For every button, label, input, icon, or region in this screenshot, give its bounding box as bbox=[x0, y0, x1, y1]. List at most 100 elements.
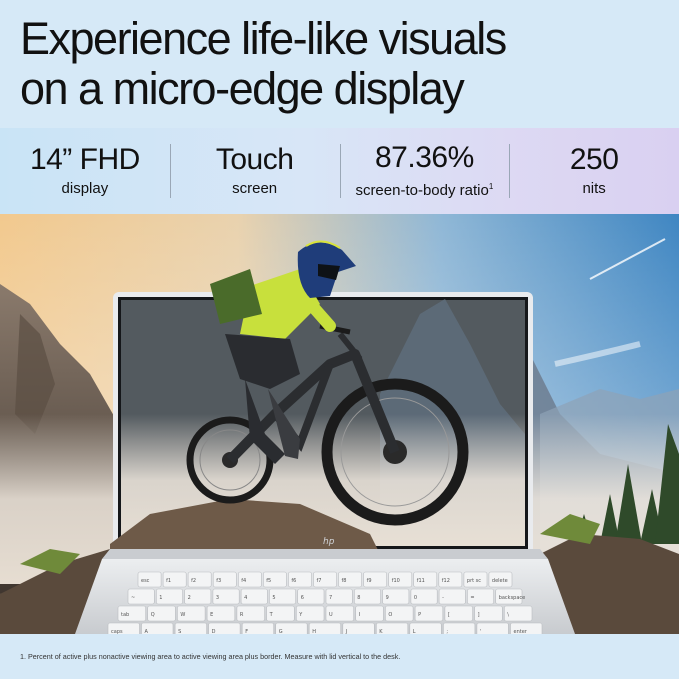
spec-value: 14” FHD bbox=[29, 143, 140, 176]
keyboard-key: G bbox=[275, 622, 308, 634]
keyboard-key: f6 bbox=[288, 571, 312, 588]
spec-label: nits bbox=[582, 180, 606, 197]
keyboard-key-label: = bbox=[470, 595, 474, 601]
keyboard-key-label: U bbox=[329, 612, 333, 618]
keyboard-key-label: 5 bbox=[272, 595, 275, 601]
spec-screen-ratio: 87.36% screen-to-body ratio1 bbox=[339, 128, 510, 214]
keyboard-key: D bbox=[208, 622, 241, 634]
spec-display: 14” FHD display bbox=[0, 128, 170, 214]
keyboard-key: 0 bbox=[410, 588, 438, 605]
keyboard-key-label: I bbox=[359, 612, 360, 618]
spec-value: 250 bbox=[569, 143, 619, 176]
keyboard-key: L bbox=[409, 622, 442, 634]
keyboard-key: ~ bbox=[127, 588, 155, 605]
keyboard-key: Y bbox=[295, 605, 325, 622]
keyboard-key: J bbox=[342, 622, 375, 634]
keyboard-key-label: ~ bbox=[131, 595, 135, 601]
keyboard-key: \ bbox=[503, 605, 533, 622]
keyboard-key-label: 3 bbox=[216, 595, 219, 601]
keyboard-key-label: 9 bbox=[386, 595, 389, 601]
keyboard-key-label: 1 bbox=[159, 595, 162, 601]
keyboard-key-label: ] bbox=[478, 612, 480, 618]
spec-value: Touch bbox=[215, 143, 294, 176]
keyboard-key-label: [ bbox=[448, 612, 450, 618]
keyboard-key-label: prt sc bbox=[467, 578, 481, 584]
keyboard-key: backspace bbox=[495, 588, 526, 605]
keyboard-key: f3 bbox=[212, 571, 237, 588]
keyboard-key: A bbox=[141, 622, 174, 634]
keyboard-key-label: Q bbox=[151, 612, 155, 618]
keyboard-key: ; bbox=[443, 622, 476, 634]
keyboard-key-label: R bbox=[240, 612, 244, 618]
spec-brightness: 250 nits bbox=[509, 128, 679, 214]
keyboard-key-label: f2 bbox=[191, 578, 196, 584]
keyboard-key: tab bbox=[117, 605, 147, 622]
keyboard-key-label: f8 bbox=[342, 578, 347, 584]
laptop-hinge bbox=[102, 549, 548, 559]
keyboard-key-label: 6 bbox=[301, 595, 304, 601]
keyboard-key: 2 bbox=[184, 588, 212, 605]
keyboard-key: 5 bbox=[269, 588, 296, 605]
keyboard-key-label: f1 bbox=[166, 578, 171, 584]
keyboard-key-label: backspace bbox=[499, 595, 526, 601]
keyboard-key-label: W bbox=[180, 612, 185, 618]
keyboard-key: [ bbox=[444, 605, 473, 622]
footnote: 1. Percent of active plus nonactive view… bbox=[20, 652, 401, 661]
keyboard-key: I bbox=[355, 605, 384, 622]
keyboard-key: K bbox=[376, 622, 409, 634]
keyboard-key-label: 4 bbox=[244, 595, 247, 601]
keyboard-key: 1 bbox=[156, 588, 183, 605]
keyboard-key-label: 8 bbox=[357, 595, 360, 601]
keyboard-key: 8 bbox=[353, 588, 381, 605]
keyboard-key: f10 bbox=[388, 571, 413, 588]
keyboard-key: 3 bbox=[212, 588, 240, 605]
keyboard-key-label: delete bbox=[492, 578, 508, 584]
keyboard-key-label: - bbox=[442, 595, 444, 601]
keyboard-key-label: O bbox=[388, 612, 392, 618]
keyboard-key: delete bbox=[488, 571, 513, 588]
keyboard-key: ] bbox=[474, 605, 503, 622]
keyboard-key: 6 bbox=[297, 588, 325, 605]
keyboard-key-label: E bbox=[210, 612, 213, 618]
keyboard-key: F bbox=[241, 622, 274, 634]
keyboard-key: R bbox=[236, 605, 265, 622]
keyboard-key-label: P bbox=[418, 612, 421, 618]
spec-label: screen bbox=[232, 180, 278, 197]
keyboard-key-label: 0 bbox=[414, 595, 417, 601]
keyboard-key: f5 bbox=[262, 571, 287, 588]
keyboard-key-label: f7 bbox=[317, 578, 322, 584]
keyboard-key: enter bbox=[510, 622, 543, 634]
keyboard-key: f11 bbox=[413, 571, 438, 588]
specs-strip: 14” FHD display Touch screen 87.36% scre… bbox=[0, 128, 679, 214]
keyboard-key-label: f4 bbox=[241, 578, 246, 584]
keyboard-key: E bbox=[206, 605, 236, 622]
keyboard-key-label: tab bbox=[121, 612, 129, 618]
spec-value: 87.36% bbox=[375, 141, 474, 174]
spec-label: display bbox=[61, 180, 109, 197]
keyboard-key-label: f12 bbox=[442, 578, 450, 584]
keyboard-key-label: 2 bbox=[188, 595, 191, 601]
keyboard-key-label: esc bbox=[141, 578, 150, 584]
keyboard-key: prt sc bbox=[463, 571, 488, 588]
keyboard-key-label: f10 bbox=[392, 578, 400, 584]
spec-label-wrap: screen-to-body ratio1 bbox=[355, 177, 493, 201]
keyboard-key: Q bbox=[147, 605, 176, 622]
keyboard-key: caps bbox=[107, 622, 140, 634]
keyboard-key: H bbox=[308, 622, 341, 634]
keyboard-key: f2 bbox=[187, 571, 212, 588]
keyboard-key: f1 bbox=[162, 571, 187, 588]
headline-line-2: on a micro-edge display bbox=[20, 63, 465, 114]
keyboard-key: O bbox=[385, 605, 414, 622]
keyboard-key-label: f3 bbox=[216, 578, 221, 584]
keyboard-key: W bbox=[177, 605, 206, 622]
keyboard-key: 7 bbox=[325, 588, 353, 605]
keyboard-key: f9 bbox=[363, 571, 388, 588]
keyboard-key: = bbox=[467, 588, 494, 605]
keyboard-key: f7 bbox=[313, 571, 337, 588]
headline-line-1: Experience life-like visuals bbox=[20, 13, 507, 64]
keyboard-key: 4 bbox=[240, 588, 268, 605]
spec-label: screen-to-body ratio bbox=[355, 182, 489, 199]
headline: Experience life-like visuals on a micro-… bbox=[20, 14, 660, 114]
keyboard-key: f4 bbox=[238, 571, 262, 588]
keyboard-key: S bbox=[174, 622, 207, 634]
